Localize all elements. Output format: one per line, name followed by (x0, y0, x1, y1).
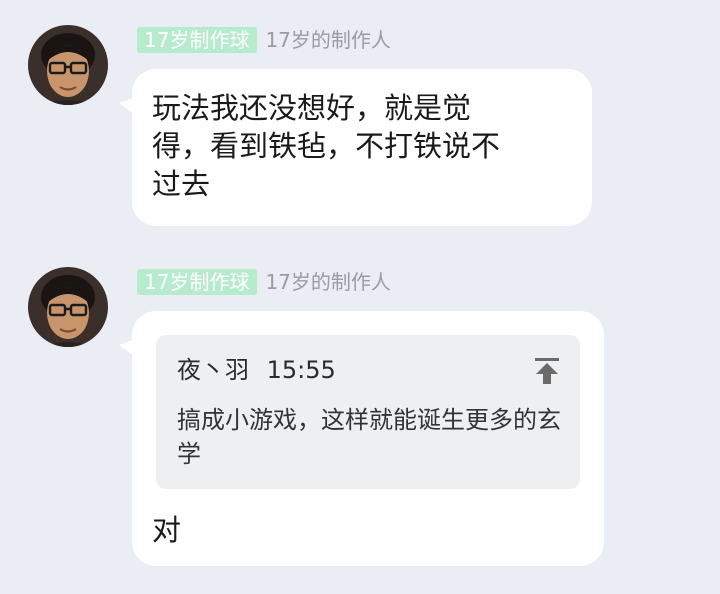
sender-name[interactable]: 17岁的制作人 (265, 27, 390, 53)
message-bubble[interactable]: 夜丶羽 15:55 搞成小游戏，这样就能诞生更多的玄学 对 (119, 311, 604, 566)
message-meta: 17岁制作球 17岁的制作人 (137, 27, 391, 53)
quote-header: 夜丶羽 15:55 (177, 355, 336, 385)
avatar-photo (28, 267, 108, 347)
member-title-badge: 17岁制作球 (137, 269, 258, 295)
sender-avatar[interactable] (28, 267, 108, 347)
sender-avatar[interactable] (28, 25, 108, 105)
message-text: 对 (152, 513, 182, 547)
avatar-photo (28, 25, 108, 105)
message-text: 玩法我还没想好，就是觉 得，看到铁毡，不打铁说不 过去 (152, 91, 501, 201)
message-meta: 17岁制作球 17岁的制作人 (137, 269, 391, 295)
quote-author: 夜丶羽 (177, 356, 249, 384)
quoted-reply[interactable]: 夜丶羽 15:55 搞成小游戏，这样就能诞生更多的玄学 (156, 335, 580, 489)
member-title-badge: 17岁制作球 (137, 27, 258, 53)
sender-name[interactable]: 17岁的制作人 (265, 269, 390, 295)
jump-to-top-icon[interactable] (534, 357, 560, 385)
quote-time: 15:55 (266, 356, 336, 384)
message-bubble[interactable]: 玩法我还没想好，就是觉 得，看到铁毡，不打铁说不 过去 (119, 69, 592, 226)
quote-text: 搞成小游戏，这样就能诞生更多的玄学 (177, 406, 561, 468)
